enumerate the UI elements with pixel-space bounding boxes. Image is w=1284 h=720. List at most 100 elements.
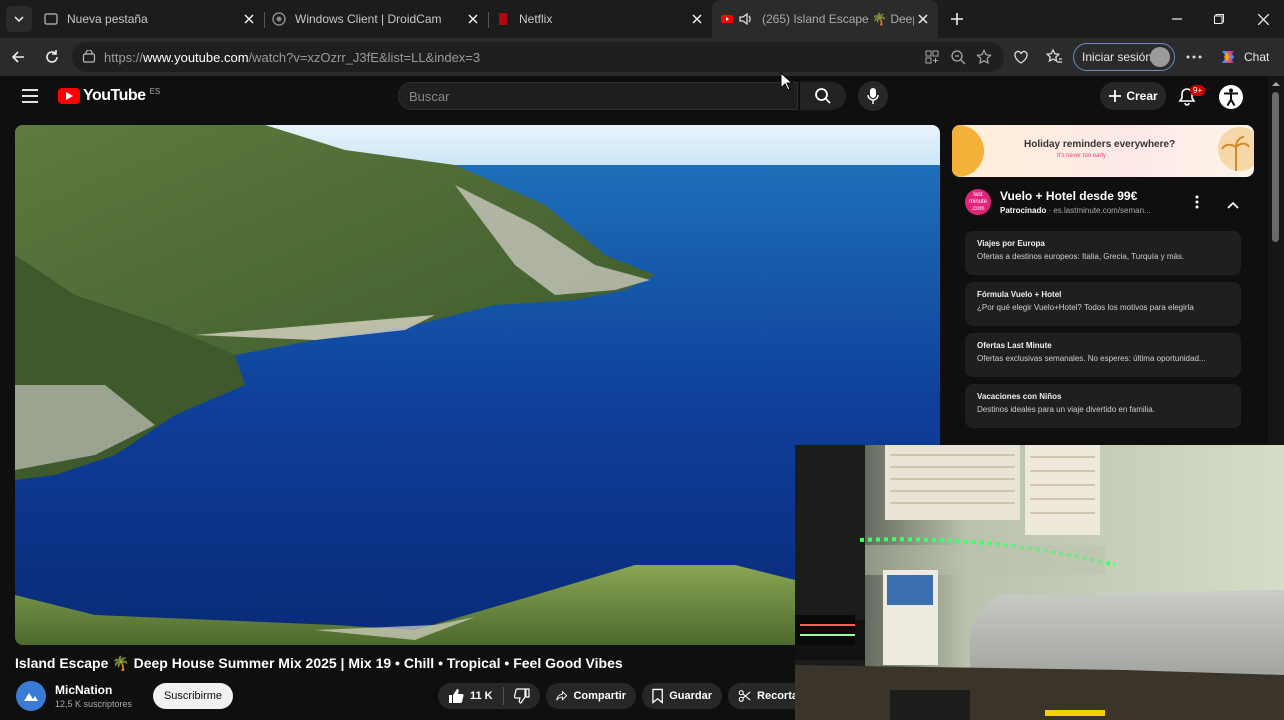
scrollbar-thumb[interactable] [1272,92,1279,242]
zoom-icon[interactable] [950,49,966,65]
ad-sitelink-card[interactable]: Vacaciones con Niños Destinos ideales pa… [965,384,1241,428]
ad-sitelink-card[interactable]: Viajes por Europa Ofertas a destinos eur… [965,231,1241,275]
ad-banner-subtext: It's never too early [1057,153,1106,159]
refresh-button[interactable] [40,45,64,69]
ad-sitelink-card[interactable]: Fórmula Vuelo + Hotel ¿Por qué elegir Vu… [965,282,1241,326]
plus-icon [951,13,963,25]
tab-actions-menu-button[interactable] [6,6,32,32]
new-tab-button[interactable] [946,8,968,30]
notifications-badge: 9+ [1190,85,1206,96]
heart-pulse-icon [1014,50,1028,64]
like-divider [502,687,504,705]
channel-name[interactable]: MicNation [55,683,112,697]
restore-icon [1214,14,1224,24]
tab-title: (265) Island Escape 🌴 Deep [762,12,914,26]
ad-sponsor-line: Patrocinado · es.lastminute.com/seman... [1000,206,1151,215]
ad-title[interactable]: Vuelo + Hotel desde 99€ [1000,189,1137,203]
thumbs-up-icon [449,689,464,703]
accessibility-avatar-icon [1219,85,1243,109]
microphone-icon [867,88,879,104]
create-button[interactable]: Crear [1100,82,1166,110]
browser-essentials-button[interactable] [1009,45,1033,69]
dislike-button[interactable] [513,688,530,704]
site-info-icon[interactable] [82,50,96,64]
url-text: https://www.youtube.com/watch?v=xzOzrr_J… [104,50,480,65]
ad-more-options-button[interactable] [1195,195,1199,214]
youtube-favicon-icon [721,15,733,23]
youtube-play-logo-icon [58,88,80,104]
like-count: 11 K [470,690,493,702]
back-button[interactable] [6,45,30,69]
video-title: Island Escape 🌴 Deep House Summer Mix 20… [15,655,623,671]
channel-avatar[interactable] [16,681,46,711]
minimize-icon [1172,18,1182,20]
close-icon [1257,13,1269,25]
favorite-star-icon[interactable] [976,49,992,65]
scissors-icon [738,690,751,702]
address-bar[interactable]: https://www.youtube.com/watch?v=xzOzrr_J… [72,42,1004,72]
clip-label: Recorta [757,690,798,702]
copilot-chat-button[interactable]: Chat [1218,46,1269,68]
plus-icon [1109,90,1122,102]
country-code: ES [149,86,161,96]
like-button[interactable]: 11 K [448,688,493,704]
url-path: /watch?v=xzOzrr_J3fE&list=LL&index=3 [248,49,481,65]
profile-avatar-icon [1150,47,1170,67]
close-tab-icon[interactable] [914,10,932,28]
close-window-button[interactable] [1252,8,1274,30]
ad-collapse-button[interactable] [1227,196,1239,214]
url-scheme: https:// [104,49,144,65]
tab-youtube-active[interactable]: (265) Island Escape 🌴 Deep [712,0,938,38]
close-tab-icon[interactable] [240,10,258,28]
tab-new-tab[interactable]: Nueva pestaña [36,4,264,34]
webcam-room-scene [795,445,1284,720]
ad-sitelink-card[interactable]: Ofertas Last Minute Ofertas exclusivas s… [965,333,1241,377]
new-tab-page-icon [44,13,58,25]
close-tab-icon[interactable] [688,10,706,28]
browser-tab-strip: Nueva pestaña Windows Client | DroidCam … [0,0,1284,38]
droidcam-favicon-icon [272,12,286,26]
tab-title: Netflix [519,12,553,26]
share-button[interactable]: Compartir [546,683,636,709]
voice-search-button[interactable] [858,81,888,111]
close-tab-icon[interactable] [464,10,482,28]
search-icon [815,88,831,104]
tab-title: Windows Client | DroidCam [295,12,442,26]
bookmark-icon [652,688,663,704]
like-dislike-group: 11 K [438,683,540,709]
ad-domain: · es.lastminute.com/seman... [1048,206,1151,215]
minimize-window-button[interactable] [1166,8,1188,30]
app-available-icon[interactable] [924,49,940,65]
settings-more-button[interactable] [1182,45,1206,69]
ad-card-description: Ofertas exclusivas semanales. No esperes… [977,354,1206,363]
favorites-button[interactable] [1042,45,1066,69]
maximize-window-button[interactable] [1208,8,1230,30]
share-arrow-icon [556,690,568,701]
search-input[interactable]: Buscar [398,82,798,110]
more-vertical-icon [1195,195,1199,209]
subscriber-count: 12,5 K suscriptores [55,699,133,709]
guide-menu-button[interactable] [22,89,38,108]
speaker-audio-icon[interactable] [738,11,754,27]
save-label: Guardar [669,690,712,702]
netflix-favicon-icon [499,13,507,25]
sign-in-button[interactable]: Iniciar sesión [1073,43,1175,71]
channel-logo-icon [24,693,38,701]
ad-card-heading: Ofertas Last Minute [977,341,1052,350]
account-avatar[interactable] [1218,84,1244,115]
chat-label: Chat [1244,50,1270,64]
ad-banner[interactable]: Holiday reminders everywhere? It's never… [952,125,1254,177]
youtube-logo[interactable]: YouTube ES [58,87,160,105]
subscribe-button[interactable]: Suscribirme [153,683,233,709]
advertiser-logo[interactable]: last minute .com [965,189,991,215]
share-label: Compartir [573,690,626,702]
ad-card-description: Destinos ideales para un viaje divertido… [977,405,1155,414]
tab-title: Nueva pestaña [67,12,148,26]
favorites-star-list-icon [1045,48,1062,63]
tab-netflix[interactable]: Netflix [488,4,712,34]
tab-droidcam[interactable]: Windows Client | DroidCam [264,4,488,34]
search-button[interactable] [800,82,846,110]
more-horizontal-icon [1186,55,1202,59]
ad-card-description: ¿Por qué elegir Vuelo+Hotel? Todos los m… [977,303,1194,312]
save-button[interactable]: Guardar [642,683,722,709]
